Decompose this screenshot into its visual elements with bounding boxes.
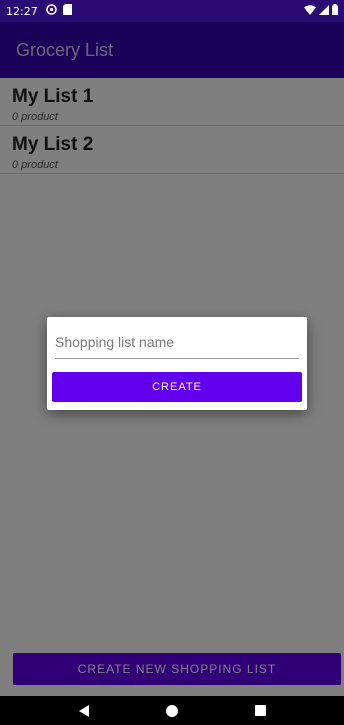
status-time: 12:27: [6, 4, 38, 18]
shopping-list-name-input[interactable]: [55, 325, 299, 359]
back-icon[interactable]: [74, 701, 94, 721]
create-button[interactable]: CREATE: [52, 372, 302, 402]
navigation-bar: [0, 696, 344, 725]
battery-icon: [332, 4, 338, 18]
sd-card-icon: [62, 4, 72, 18]
signal-icon: [319, 4, 329, 18]
status-right-icons: [304, 4, 338, 18]
recents-icon[interactable]: [250, 701, 270, 721]
data-saver-icon: [45, 4, 57, 18]
create-list-dialog: CREATE: [47, 317, 307, 410]
home-icon[interactable]: [162, 701, 182, 721]
status-bar: 12:27: [0, 0, 344, 22]
wifi-icon: [304, 4, 316, 18]
